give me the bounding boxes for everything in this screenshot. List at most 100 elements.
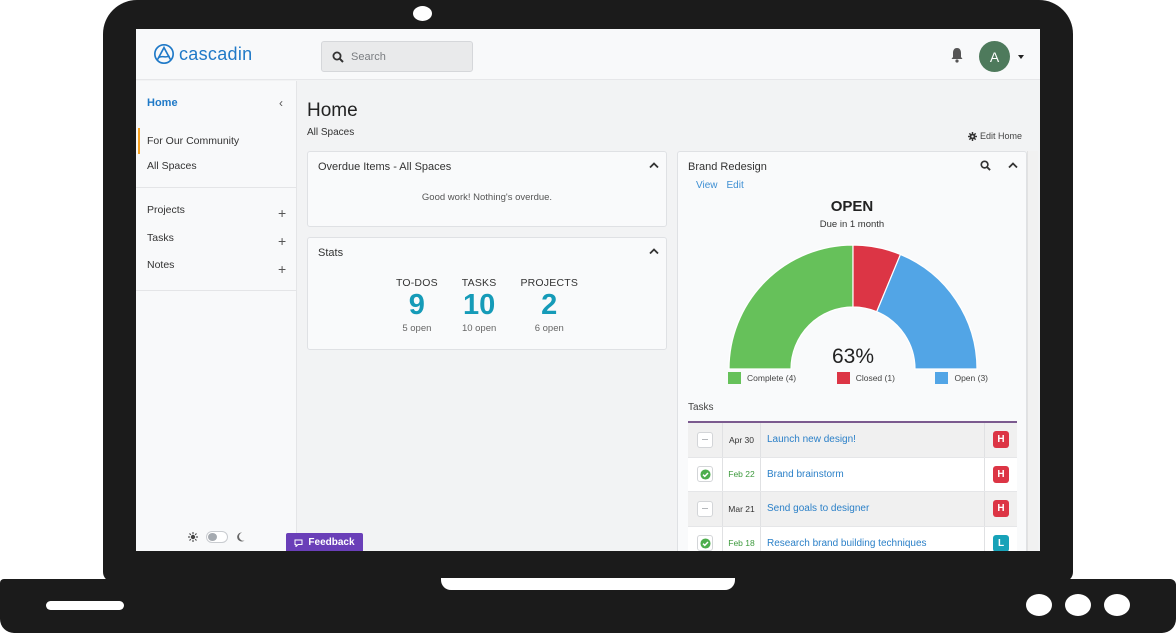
user-avatar[interactable]: A — [979, 41, 1010, 72]
task-name-link[interactable]: Research brand building techniques — [761, 538, 984, 549]
legend-label: Open (3) — [954, 373, 988, 383]
app-logo[interactable]: cascadin — [153, 43, 252, 65]
sidebar-divider — [136, 290, 297, 291]
laptop-dot — [1065, 594, 1091, 616]
legend-swatch — [728, 372, 741, 384]
collapse-sidebar-icon[interactable]: ‹ — [279, 96, 283, 110]
stat-projects[interactable]: PROJECTS 2 6 open — [520, 277, 578, 334]
tasks-table: Apr 30 Launch new design! H Feb 22 Brand… — [688, 421, 1017, 551]
view-link[interactable]: View — [696, 180, 718, 191]
scrollbar[interactable] — [1027, 151, 1038, 551]
app-name: cascadin — [179, 43, 253, 64]
sidebar: Home ‹ For Our Community All Spaces Proj… — [136, 81, 297, 551]
edit-home-label: Edit Home — [980, 131, 1023, 141]
priority-badge: H — [993, 500, 1009, 518]
dark-mode-toggle[interactable] — [206, 531, 228, 543]
chevron-up-icon[interactable] — [648, 161, 660, 169]
stats-card: Stats TO-DOS 9 5 open TASKS 10 10 open P… — [307, 237, 667, 350]
edit-link[interactable]: Edit — [727, 180, 744, 191]
user-menu-caret-icon[interactable] — [1018, 55, 1024, 59]
search-box[interactable] — [321, 41, 473, 72]
project-card-title[interactable]: Brand Redesign — [688, 161, 767, 173]
sidebar-item-all-spaces[interactable]: All Spaces — [147, 160, 197, 172]
sidebar-item-tasks[interactable]: Tasks — [147, 232, 174, 244]
laptop-mockup: cascadin A Home ‹ For Our Community Al — [0, 0, 1176, 633]
sidebar-item-home[interactable]: Home — [147, 97, 178, 109]
add-note-icon[interactable]: + — [278, 262, 286, 276]
dash-icon — [702, 508, 708, 510]
stat-todos[interactable]: TO-DOS 9 5 open — [396, 277, 438, 334]
priority-badge: H — [993, 431, 1009, 449]
task-row[interactable]: Feb 18 Research brand building technique… — [688, 526, 1017, 551]
stats-row: TO-DOS 9 5 open TASKS 10 10 open PROJECT… — [308, 277, 666, 334]
laptop-dot — [1104, 594, 1130, 616]
overdue-items-card: Overdue Items - All Spaces Good work! No… — [307, 151, 667, 227]
gauge-percent: 63% — [832, 345, 874, 368]
check-circle-icon — [699, 538, 711, 549]
dash-icon — [702, 439, 708, 441]
search-icon — [332, 51, 344, 63]
progress-gauge: 63% — [728, 244, 978, 370]
gear-icon — [968, 131, 977, 141]
search-input[interactable] — [351, 50, 461, 63]
sidebar-item-notes[interactable]: Notes — [147, 259, 174, 271]
project-links: View Edit — [696, 180, 744, 191]
stat-value: 2 — [541, 289, 558, 321]
theme-switcher — [188, 531, 245, 543]
task-row[interactable]: Feb 22 Brand brainstorm H — [688, 457, 1017, 492]
stat-label: TASKS — [461, 277, 497, 289]
active-indicator — [138, 128, 140, 154]
task-row[interactable]: Mar 21 Send goals to designer H — [688, 492, 1017, 527]
task-date: Feb 18 — [723, 526, 761, 551]
chevron-up-icon[interactable] — [1007, 161, 1019, 169]
task-checkbox[interactable] — [697, 535, 713, 551]
stat-tasks[interactable]: TASKS 10 10 open — [462, 277, 497, 334]
legend-label: Complete (4) — [747, 373, 797, 383]
page-subtitle: All Spaces — [307, 127, 355, 138]
overdue-message: Good work! Nothing's overdue. — [421, 192, 553, 203]
stat-value: 10 — [462, 289, 496, 321]
legend-swatch — [935, 372, 949, 384]
task-name-link[interactable]: Launch new design! — [761, 434, 984, 445]
search-icon[interactable] — [980, 160, 991, 171]
task-checkbox[interactable] — [697, 500, 713, 517]
task-date: Apr 30 — [723, 423, 761, 457]
feedback-button[interactable]: Feedback — [286, 533, 363, 551]
priority-badge: L — [993, 534, 1009, 551]
add-task-icon[interactable]: + — [278, 234, 286, 248]
stat-label: PROJECTS — [520, 277, 579, 289]
task-name-link[interactable]: Send goals to designer — [761, 503, 984, 514]
legend-open[interactable]: Open (3) — [935, 372, 988, 384]
edit-home-button[interactable]: Edit Home — [968, 131, 1022, 141]
sidebar-item-for-our-community[interactable]: For Our Community — [147, 135, 239, 147]
stat-label: TO-DOS — [395, 277, 438, 289]
tasks-section-label: Tasks — [688, 402, 714, 413]
stat-value: 9 — [408, 289, 425, 321]
check-circle-icon — [699, 469, 711, 480]
project-due: Due in 1 month — [819, 219, 885, 230]
task-row[interactable]: Apr 30 Launch new design! H — [688, 423, 1017, 458]
laptop-slot — [46, 601, 124, 610]
sidebar-item-projects[interactable]: Projects — [147, 204, 185, 216]
top-bar: cascadin A — [136, 29, 1040, 80]
task-date: Mar 21 — [723, 492, 761, 526]
bell-icon[interactable] — [950, 47, 964, 63]
laptop-hinge — [441, 578, 735, 590]
overdue-card-title: Overdue Items - All Spaces — [318, 161, 452, 173]
legend-complete[interactable]: Complete (4) — [728, 372, 796, 384]
gauge-legend: Complete (4) Closed (1) Open (3) — [728, 372, 988, 384]
stat-sub: 5 open — [402, 323, 432, 334]
feedback-label: Feedback — [308, 537, 355, 548]
sun-icon — [188, 532, 198, 542]
legend-closed[interactable]: Closed (1) — [836, 372, 895, 384]
laptop-dot — [1026, 594, 1052, 616]
comment-icon — [294, 539, 303, 547]
task-checkbox[interactable] — [697, 431, 713, 448]
task-checkbox[interactable] — [697, 466, 713, 483]
task-date: Feb 22 — [723, 457, 761, 491]
chevron-up-icon[interactable] — [648, 247, 660, 255]
add-project-icon[interactable]: + — [278, 206, 286, 220]
legend-label: Closed (1) — [855, 373, 895, 383]
stat-sub: 10 open — [461, 323, 497, 334]
task-name-link[interactable]: Brand brainstorm — [761, 469, 984, 480]
